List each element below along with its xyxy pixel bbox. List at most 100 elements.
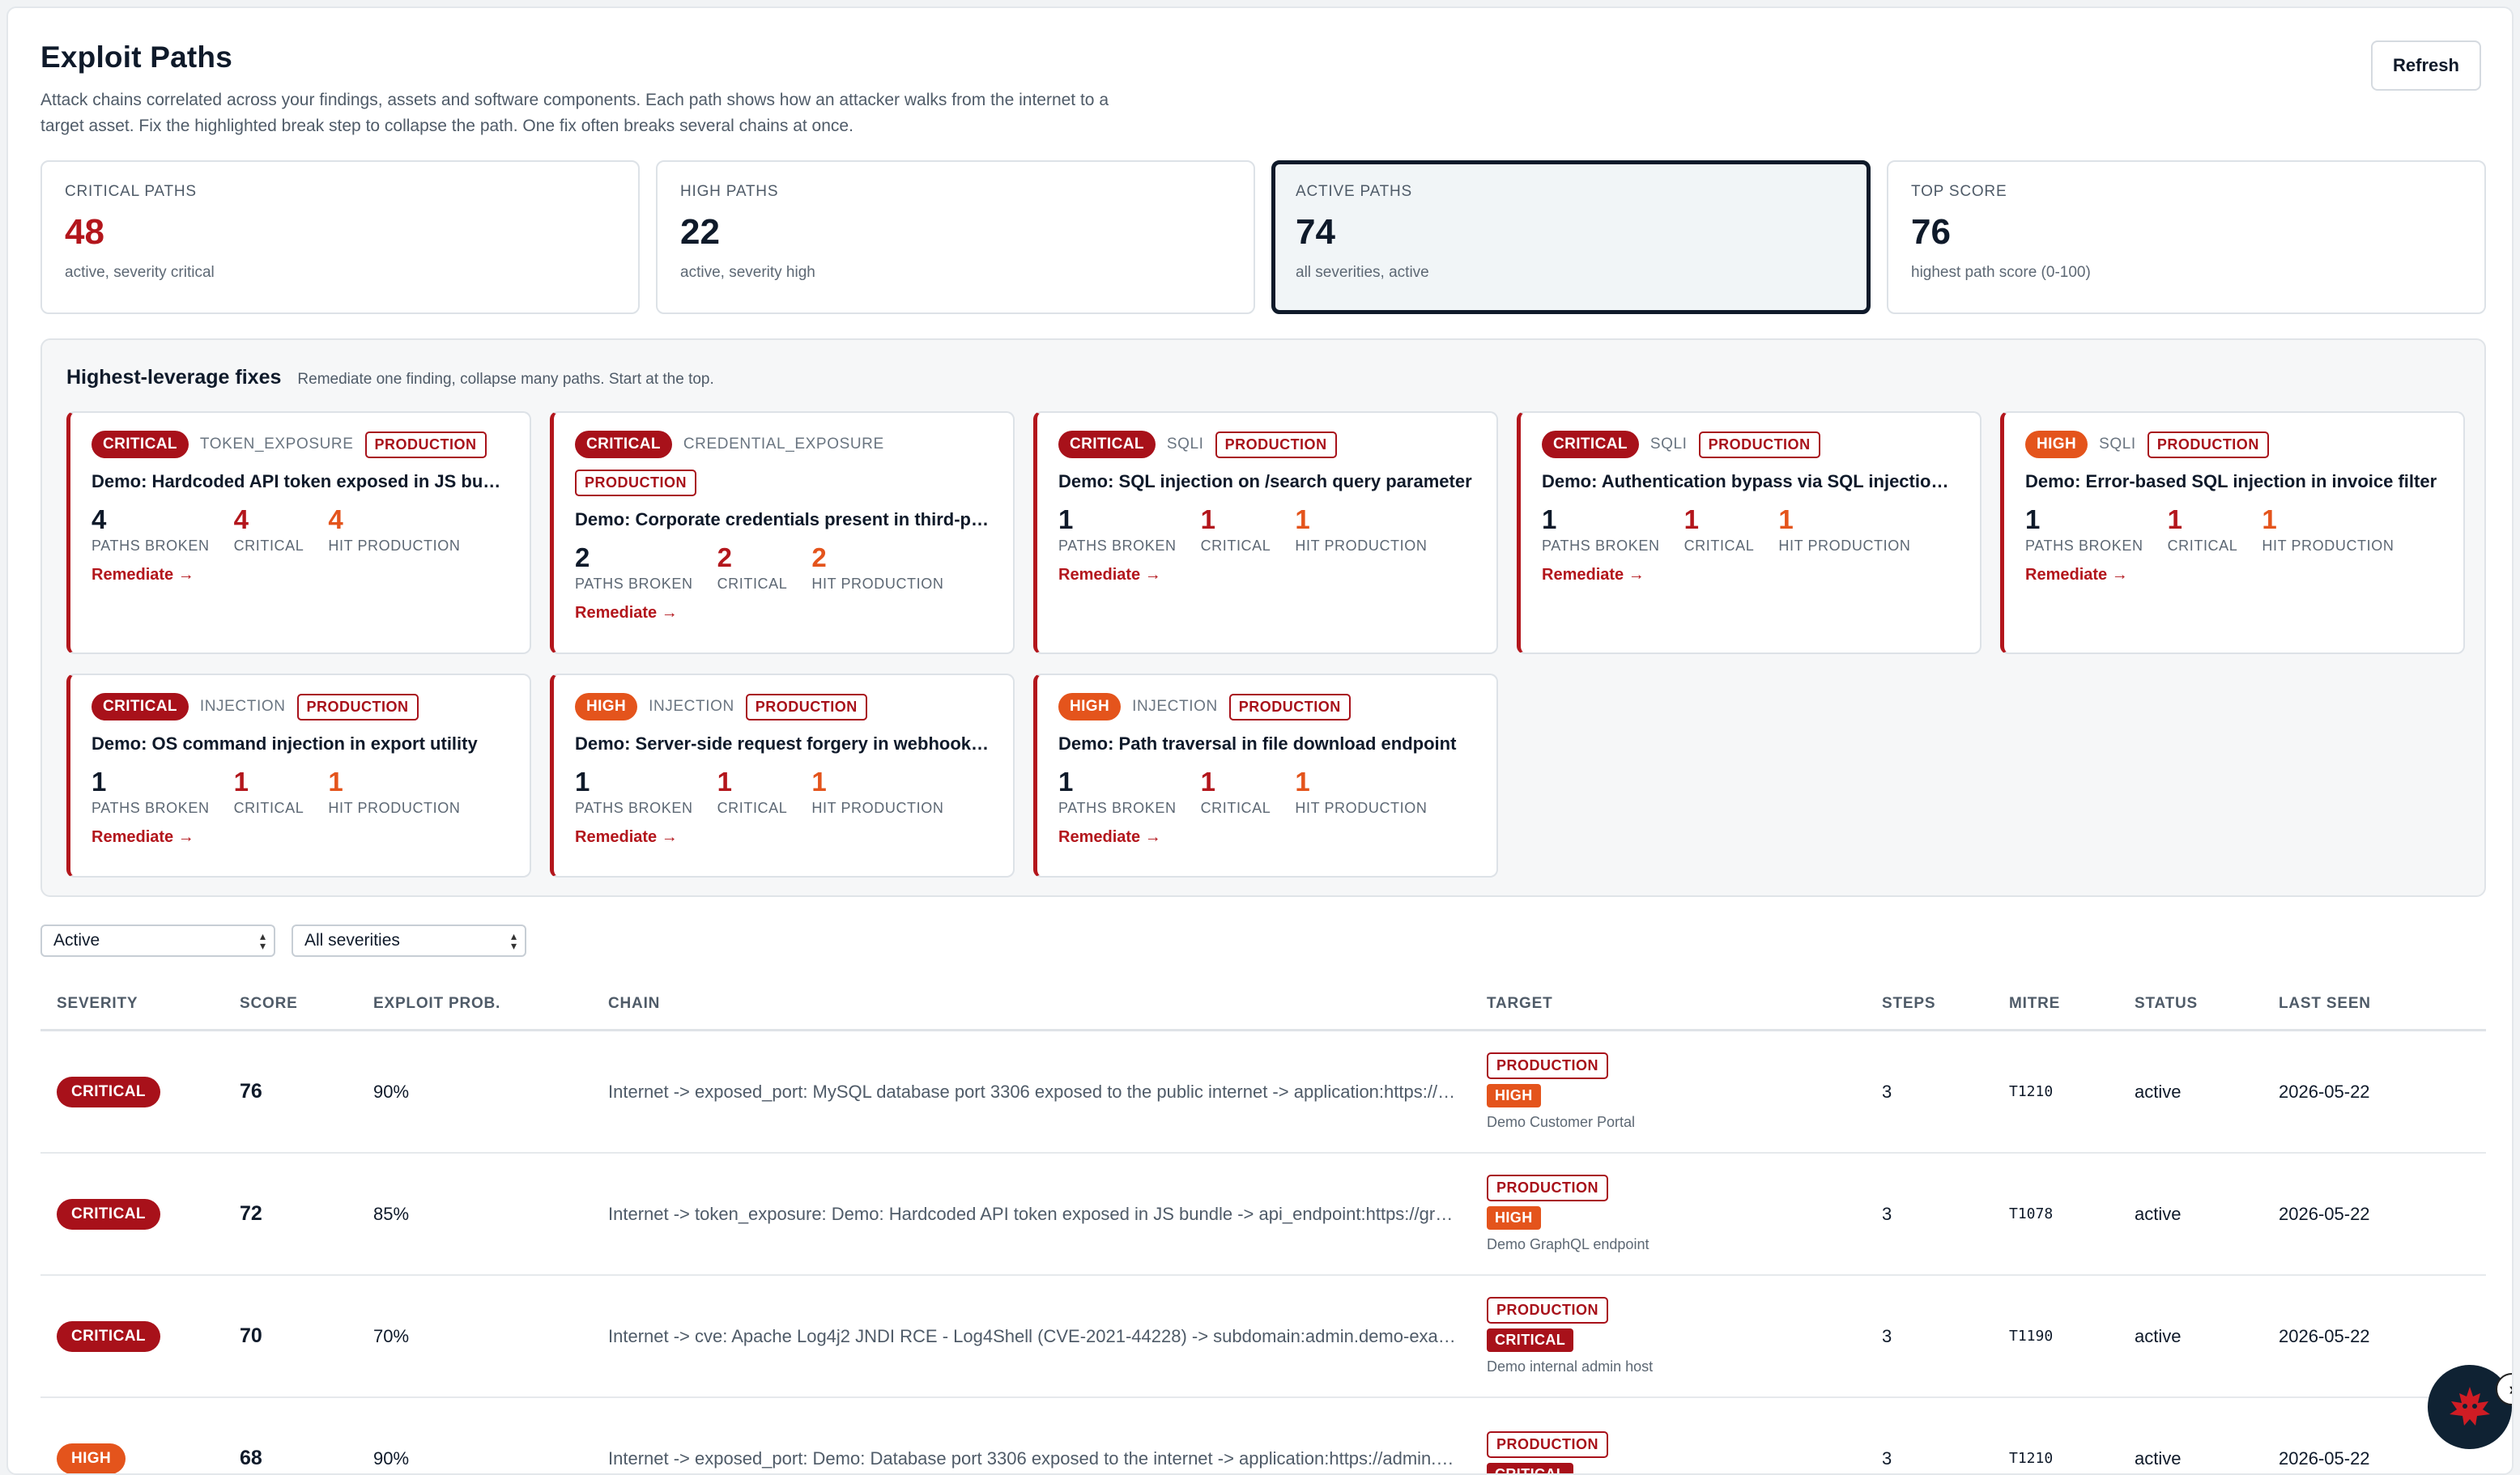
page-header: Exploit Paths Attack chains correlated a… bbox=[40, 40, 2454, 139]
critical-count-value: 1 bbox=[233, 767, 249, 797]
category-label: INJECTION bbox=[199, 698, 286, 715]
col-header-target[interactable]: TARGET bbox=[1487, 995, 1882, 1013]
table-row[interactable]: CRITICAL 76 90% Internet -> exposed_port: M… bbox=[40, 1031, 2486, 1154]
status-filter-select[interactable]: Active ▴ ▾ bbox=[40, 925, 275, 957]
table-row[interactable]: CRITICAL 70 70% Internet -> cve: Apache Log… bbox=[40, 1276, 2486, 1398]
remediate-link[interactable]: Remediate → bbox=[575, 604, 678, 623]
mitre-cell: T1210 bbox=[2009, 1450, 2054, 1467]
target-info: PRODUCTION CRITICAL bbox=[1487, 1430, 1882, 1473]
chain-cell[interactable]: Internet -> cve: Apache Log4j2 JNDI RCE … bbox=[608, 1326, 1487, 1347]
fix-card[interactable]: CRITICAL SQLI PRODUCTION Demo: SQL injectio… bbox=[1033, 411, 1498, 654]
fix-card-tags: CRITICAL CREDENTIAL_EXPOSURE PRODUCTION bbox=[575, 431, 992, 496]
maple-leaf-bot-icon bbox=[2450, 1387, 2490, 1426]
stat-card-active-paths[interactable]: ACTIVE PATHS 74 all severities, active bbox=[1271, 160, 1871, 314]
stat-card-high-paths[interactable]: HIGH PATHS 22 active, severity high bbox=[656, 160, 1255, 314]
paths-broken-label: PATHS BROKEN bbox=[575, 800, 693, 816]
refresh-button[interactable]: Refresh bbox=[2371, 40, 2481, 91]
fix-card-metrics: 1 PATHS BROKEN 1 CRITICAL 1 HIT PRODUCTION bbox=[92, 767, 509, 817]
remediate-link[interactable]: Remediate → bbox=[92, 566, 194, 584]
hit-production-label: HIT PRODUCTION bbox=[1295, 538, 1428, 554]
col-header-chain[interactable]: CHAIN bbox=[608, 995, 1487, 1013]
critical-count-metric: 4 CRITICAL bbox=[234, 505, 304, 555]
fix-card-metrics: 1 PATHS BROKEN 1 CRITICAL 1 HIT PRODUCTION bbox=[2025, 505, 2442, 555]
score-cell: 68 bbox=[240, 1447, 262, 1469]
filter-bar: Active ▴ ▾ All severities ▴ ▾ bbox=[40, 925, 526, 957]
target-name[interactable]: Demo GraphQL endpoint bbox=[1487, 1236, 1649, 1253]
remediate-link[interactable]: Remediate → bbox=[575, 828, 678, 847]
col-header-exploit-prob[interactable]: EXPLOIT PROB. bbox=[373, 995, 608, 1013]
status-cell: active bbox=[2135, 1081, 2182, 1102]
updown-chevron-icon: ▴ ▾ bbox=[510, 929, 517, 952]
critical-count-metric: 1 CRITICAL bbox=[234, 767, 304, 817]
paths-broken-metric: 1 PATHS BROKEN bbox=[1058, 505, 1177, 555]
fix-card-metrics: 1 PATHS BROKEN 1 CRITICAL 1 HIT PRODUCTION bbox=[1542, 505, 1959, 555]
severity-filter-select[interactable]: All severities ▴ ▾ bbox=[292, 925, 526, 957]
exploit-prob-cell: 85% bbox=[373, 1203, 410, 1224]
stat-card-critical-paths[interactable]: CRITICAL PATHS 48 active, severity criti… bbox=[40, 160, 640, 314]
fix-card[interactable]: CRITICAL CREDENTIAL_EXPOSURE PRODUCTION Dem… bbox=[550, 411, 1015, 654]
remediate-link[interactable]: Remediate → bbox=[1058, 828, 1161, 847]
table-header-row: SEVERITY SCORE EXPLOIT PROB. CHAIN TARGE… bbox=[40, 978, 2486, 1031]
critical-count-metric: 1 CRITICAL bbox=[1684, 505, 1755, 555]
col-header-last-seen[interactable]: LAST SEEN bbox=[2279, 995, 2465, 1013]
updown-chevron-icon: ▴ ▾ bbox=[259, 929, 266, 952]
chain-cell[interactable]: Internet -> exposed_port: Demo: Database… bbox=[608, 1448, 1487, 1469]
paths-broken-label: PATHS BROKEN bbox=[1542, 538, 1660, 554]
steps-cell: 3 bbox=[1882, 1447, 1892, 1469]
critical-count-value: 2 bbox=[717, 542, 732, 572]
fix-card-metrics: 1 PATHS BROKEN 1 CRITICAL 1 HIT PRODUCTION bbox=[1058, 505, 1475, 555]
asset-severity-badge: CRITICAL bbox=[1487, 1328, 1574, 1352]
stat-value: 76 bbox=[1911, 212, 1951, 252]
stat-label: HIGH PATHS bbox=[680, 183, 779, 200]
fix-card-title: Demo: Error-based SQL injection in invoi… bbox=[2025, 471, 2437, 491]
col-header-status[interactable]: STATUS bbox=[2135, 995, 2279, 1013]
environment-tag: PRODUCTION bbox=[575, 470, 696, 496]
target-info: PRODUCTION CRITICAL Demo internal admin ho… bbox=[1487, 1297, 1882, 1375]
target-name[interactable]: Demo internal admin host bbox=[1487, 1358, 1653, 1375]
fix-card-tags: CRITICAL TOKEN_EXPOSURE PRODUCTION bbox=[92, 431, 509, 458]
hit-production-metric: 1 HIT PRODUCTION bbox=[1295, 767, 1427, 817]
table-row[interactable]: HIGH 68 90% Internet -> exposed_port: Demo:… bbox=[40, 1398, 2486, 1473]
fix-card[interactable]: HIGH INJECTION PRODUCTION Demo: Path traver… bbox=[1033, 674, 1498, 878]
last-seen-cell: 2026-05-22 bbox=[2279, 1447, 2370, 1469]
fix-card[interactable]: CRITICAL SQLI PRODUCTION Demo: Authenticati… bbox=[1517, 411, 1982, 654]
critical-count-label: CRITICAL bbox=[2167, 538, 2238, 554]
severity-badge: HIGH bbox=[2025, 431, 2088, 458]
hit-production-value: 1 bbox=[1295, 504, 1310, 534]
target-cell: PRODUCTION CRITICAL bbox=[1487, 1430, 1882, 1473]
status-cell: active bbox=[2135, 1447, 2182, 1469]
hit-production-value: 1 bbox=[811, 767, 827, 797]
hit-production-metric: 1 HIT PRODUCTION bbox=[1295, 505, 1427, 555]
remediate-link[interactable]: Remediate → bbox=[1542, 566, 1645, 584]
severity-pill: CRITICAL bbox=[57, 1076, 160, 1107]
stat-card-top-score[interactable]: TOP SCORE 76 highest path score (0-100) bbox=[1887, 160, 2486, 314]
table-row[interactable]: CRITICAL 72 85% Internet -> token_exposure:… bbox=[40, 1154, 2486, 1276]
environment-tag: PRODUCTION bbox=[1487, 1430, 1608, 1458]
category-label: SQLI bbox=[1166, 436, 1204, 453]
fix-card-title: Demo: Hardcoded API token exposed in JS … bbox=[92, 471, 509, 491]
chain-cell[interactable]: Internet -> exposed_port: MySQL database… bbox=[608, 1082, 1487, 1103]
severity-badge: CRITICAL bbox=[92, 693, 189, 720]
environment-tag: PRODUCTION bbox=[745, 693, 867, 720]
remediate-link[interactable]: Remediate → bbox=[2025, 566, 2128, 584]
remediate-link[interactable]: Remediate → bbox=[1058, 566, 1161, 584]
critical-count-label: CRITICAL bbox=[233, 538, 304, 554]
fix-card-tags: HIGH SQLI PRODUCTION bbox=[2025, 431, 2442, 458]
fix-card[interactable]: CRITICAL INJECTION PRODUCTION Demo: OS comm… bbox=[66, 674, 531, 878]
col-header-severity[interactable]: SEVERITY bbox=[40, 995, 240, 1013]
col-header-mitre[interactable]: MITRE bbox=[2009, 995, 2135, 1013]
paths-broken-metric: 1 PATHS BROKEN bbox=[575, 767, 693, 817]
col-header-steps[interactable]: STEPS bbox=[1882, 995, 2009, 1013]
fix-card[interactable]: CRITICAL TOKEN_EXPOSURE PRODUCTION Demo: Ha… bbox=[66, 411, 531, 654]
stat-value: 22 bbox=[680, 212, 720, 252]
col-header-score[interactable]: SCORE bbox=[240, 995, 373, 1013]
target-name[interactable]: Demo Customer Portal bbox=[1487, 1114, 1635, 1131]
critical-count-metric: 1 CRITICAL bbox=[1201, 767, 1271, 817]
fix-card[interactable]: HIGH INJECTION PRODUCTION Demo: Server-side… bbox=[550, 674, 1015, 878]
chain-cell[interactable]: Internet -> token_exposure: Demo: Hardco… bbox=[608, 1204, 1487, 1225]
environment-tag: PRODUCTION bbox=[1215, 431, 1337, 458]
asset-severity-badge: CRITICAL bbox=[1487, 1462, 1574, 1473]
remediate-link[interactable]: Remediate → bbox=[92, 828, 194, 847]
fix-card[interactable]: HIGH SQLI PRODUCTION Demo: Error-based SQL … bbox=[2000, 411, 2465, 654]
page-title: Exploit Paths bbox=[40, 40, 232, 74]
